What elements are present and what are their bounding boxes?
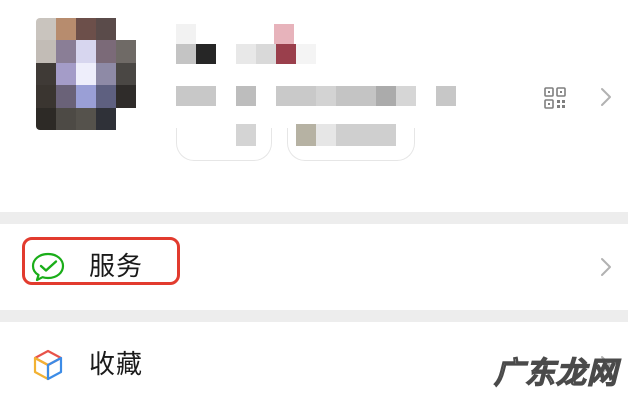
status-pill[interactable] bbox=[176, 128, 272, 161]
profile-header[interactable] bbox=[0, 0, 628, 212]
highlight-annotation bbox=[22, 237, 180, 285]
nickname-redacted bbox=[176, 24, 294, 44]
menu-item-label: 收藏 bbox=[89, 350, 144, 380]
favorites-cube-icon bbox=[33, 349, 63, 381]
qr-code-icon[interactable] bbox=[543, 86, 567, 110]
avatar[interactable] bbox=[36, 18, 136, 130]
wechat-id-redacted bbox=[176, 86, 456, 106]
section-divider bbox=[0, 310, 628, 322]
wechat-me-screen: 服务 收藏 广东龙网 bbox=[0, 0, 628, 408]
watermark: 广东龙网 bbox=[493, 355, 618, 391]
chevron-right-icon bbox=[601, 88, 611, 106]
add-status-pill[interactable] bbox=[287, 128, 415, 161]
nickname-redacted-row2 bbox=[176, 44, 316, 64]
section-divider bbox=[0, 212, 628, 224]
chevron-right-icon bbox=[601, 258, 611, 276]
